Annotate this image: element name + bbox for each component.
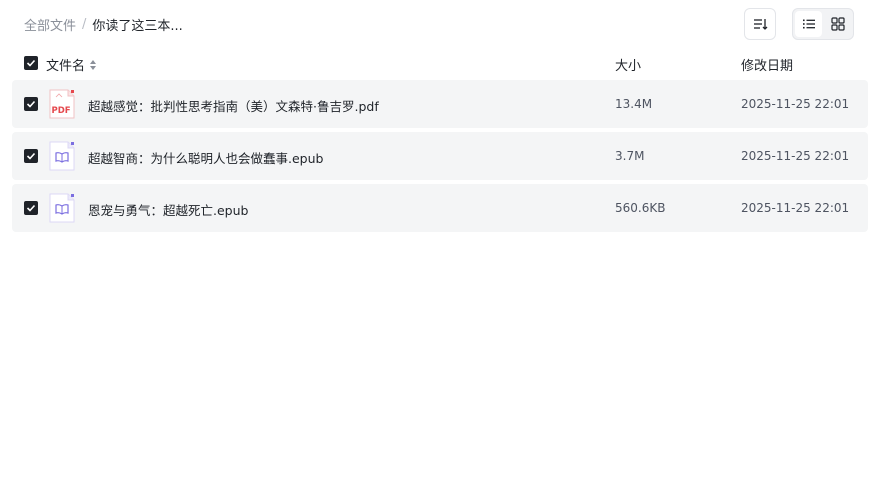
breadcrumb-separator: / <box>82 17 87 32</box>
file-name[interactable]: 超越感觉：批判性思考指南（美）文森特·鲁吉罗.pdf <box>88 96 379 115</box>
check-icon <box>26 204 36 212</box>
list-view-button[interactable] <box>795 11 822 37</box>
file-list: PDF 超越感觉：批判性思考指南（美）文森特·鲁吉罗.pdf 13.4M 202… <box>12 80 868 236</box>
file-modified-date: 2025-11-25 22:01 <box>741 149 850 163</box>
check-icon <box>26 59 36 67</box>
name-column-header[interactable]: 文件名 <box>46 55 97 74</box>
sort-button[interactable] <box>744 8 776 40</box>
select-all-checkbox[interactable] <box>24 56 38 70</box>
file-size: 13.4M <box>615 97 653 111</box>
table-header: 文件名 大小 修改日期 <box>12 52 868 76</box>
table-row[interactable]: 恩宠与勇气：超越死亡.epub 560.6KB 2025-11-25 22:01 <box>12 184 868 232</box>
file-name[interactable]: 恩宠与勇气：超越死亡.epub <box>88 200 248 219</box>
sort-arrows-icon <box>90 59 97 70</box>
breadcrumb-current: 你读了这三本... <box>92 19 183 34</box>
check-icon <box>26 100 36 108</box>
row-checkbox[interactable] <box>24 201 38 215</box>
view-toggle <box>792 8 854 40</box>
file-modified-date: 2025-11-25 22:01 <box>741 97 850 111</box>
sort-icon <box>754 19 768 30</box>
table-row[interactable]: 超越智商：为什么聪明人也会做蠢事.epub 3.7M 2025-11-25 22… <box>12 132 868 180</box>
pdf-type-label: PDF <box>52 106 71 116</box>
file-modified-date: 2025-11-25 22:01 <box>741 201 850 215</box>
epub-file-icon <box>49 141 75 171</box>
file-browser: 全部文件 / 你读了这三本... 文件名 大小 修改日期 PDF 超越感觉：批判… <box>0 0 878 495</box>
file-name[interactable]: 超越智商：为什么聪明人也会做蠢事.epub <box>88 148 323 167</box>
file-size: 3.7M <box>615 149 645 163</box>
breadcrumb: 全部文件 / 你读了这三本... <box>24 15 183 34</box>
row-checkbox[interactable] <box>24 149 38 163</box>
check-icon <box>26 152 36 160</box>
size-column-header[interactable]: 大小 <box>615 55 641 74</box>
name-header-label: 文件名 <box>46 59 86 74</box>
row-checkbox[interactable] <box>24 97 38 111</box>
modified-column-header[interactable]: 修改日期 <box>741 55 793 74</box>
epub-file-icon <box>49 193 75 223</box>
grid-view-icon <box>830 17 845 31</box>
pdf-file-icon: PDF <box>49 89 75 119</box>
breadcrumb-root[interactable]: 全部文件 <box>24 15 76 34</box>
top-bar: 全部文件 / 你读了这三本... <box>0 0 878 48</box>
list-view-icon <box>802 19 815 29</box>
grid-view-button[interactable] <box>824 11 851 37</box>
file-size: 560.6KB <box>615 201 666 215</box>
table-row[interactable]: PDF 超越感觉：批判性思考指南（美）文森特·鲁吉罗.pdf 13.4M 202… <box>12 80 868 128</box>
